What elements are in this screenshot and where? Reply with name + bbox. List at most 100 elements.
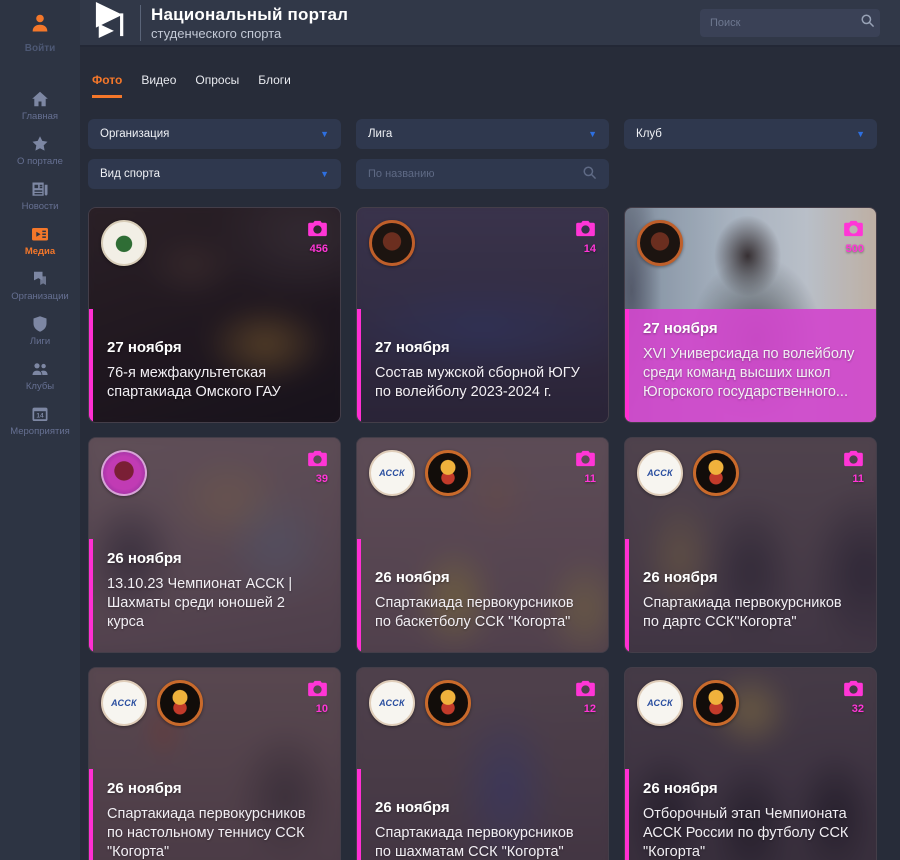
photo-count-badge: 11 [575,450,596,485]
sidebar-item-home[interactable]: Главная [0,90,80,134]
camera-icon [307,220,328,237]
title-search-input[interactable] [368,168,574,180]
content: Фото Видео Опросы Блоги Организация ▼ Ли… [80,47,900,860]
card-title: Спартакиада первокурсников по шахматам С… [375,824,590,860]
org-logo-kogorta [693,680,739,726]
app-root: Войти Главная О портале Новости Медиа Ор… [0,0,900,860]
photo-card[interactable]: 39 26 ноября 13.10.23 Чемпионат АССК | Ш… [88,437,341,653]
camera-icon [843,220,864,237]
org-logo-assk: АССК [369,680,415,726]
filter-organization-select[interactable]: Организация ▼ [88,119,341,149]
sidebar-item-leagues[interactable]: Лиги [0,315,80,359]
photo-count-badge: 12 [575,680,596,715]
org-logo-kogorta [693,450,739,496]
card-date: 27 ноября [643,320,858,337]
tab-blogs[interactable]: Блоги [258,73,291,98]
photo-card[interactable]: АССК 11 26 ноября Спартакиада первокурсн… [356,437,609,653]
card-meta: 26 ноября Спартакиада первокурсников по … [625,569,876,652]
brand-divider [140,5,141,41]
card-date: 26 ноября [107,780,322,797]
photo-card[interactable]: 456 27 ноября 76-я межфакультетская спар… [88,207,341,423]
camera-icon [575,450,596,467]
filters: Организация ▼ Лига ▼ Клуб ▼ Вид спорта ▼ [88,119,877,189]
card-date: 26 ноября [643,569,858,586]
org-logo-assk: АССК [101,680,147,726]
photo-card[interactable]: АССК 10 26 ноября Спартакиада первокурсн… [88,667,341,860]
calendar-icon: 14 [31,405,49,423]
photo-count: 14 [575,243,596,255]
photo-count-badge: 10 [307,680,328,715]
photo-count: 11 [575,473,596,485]
sidebar-item-organizations[interactable]: Организации [0,270,80,314]
search-input[interactable] [710,17,852,29]
sidebar-item-about[interactable]: О портале [0,135,80,179]
brand[interactable]: Национальный портал студенческого спорта [94,0,348,45]
card-title: Отборочный этап Чемпионата АССК России п… [643,805,858,860]
tab-video[interactable]: Видео [141,73,176,98]
photo-count: 32 [843,703,864,715]
filter-sport-select[interactable]: Вид спорта ▼ [88,159,341,189]
card-title: XVI Универсиада по волейболу среди коман… [643,345,858,402]
login-label: Войти [25,43,56,54]
media-icon [31,225,49,243]
org-logo-assk: АССК [637,450,683,496]
org-logo-ugu [637,220,683,266]
org-logo-kogorta [425,680,471,726]
flag-icon [31,270,49,288]
calendar-day-number: 14 [36,412,44,419]
sidebar-item-media[interactable]: Медиа [0,225,80,269]
filter-club-select[interactable]: Клуб ▼ [624,119,877,149]
shield-icon [31,315,49,333]
sidebar-item-news[interactable]: Новости [0,180,80,224]
org-logo-ugu [369,220,415,266]
camera-icon [575,220,596,237]
photo-card[interactable]: 14 27 ноября Состав мужской сборной ЮГУ … [356,207,609,423]
news-icon [31,180,49,198]
photo-count-badge: 14 [575,220,596,255]
photo-card[interactable]: АССК 32 26 ноября Отборочный этап Чемпио… [624,667,877,860]
org-logo-kogorta [425,450,471,496]
photo-count-badge: 500 [843,220,864,255]
chevron-down-icon: ▼ [588,129,597,139]
card-date: 26 ноября [643,780,858,797]
camera-icon [307,450,328,467]
filter-organization-label: Организация [100,128,169,140]
search-icon[interactable] [860,13,875,33]
photo-count: 12 [575,703,596,715]
card-meta: 26 ноября Спартакиада первокурсников по … [357,569,608,652]
card-date: 27 ноября [107,339,322,356]
card-date: 27 ноября [375,339,590,356]
photo-count-badge: 11 [843,450,864,485]
photo-card[interactable]: АССК 12 26 ноября Спартакиада первокурсн… [356,667,609,860]
photo-count: 500 [843,243,864,255]
sidebar-item-events[interactable]: 14 Мероприятия [0,405,80,449]
camera-icon [575,680,596,697]
org-logo-assk-club [101,450,147,496]
photo-count-badge: 39 [307,450,328,485]
search-icon[interactable] [582,165,597,183]
login-button[interactable]: Войти [25,12,56,54]
org-logo-assk: АССК [637,680,683,726]
sidebar-item-clubs[interactable]: Клубы [0,360,80,404]
card-title: Спартакиада первокурсников по баскетболу… [375,594,590,632]
photo-count: 11 [843,473,864,485]
filter-league-label: Лига [368,128,392,140]
card-title: Спартакиада первокурсников по дартс ССК"… [643,594,858,632]
chevron-down-icon: ▼ [320,129,329,139]
photo-card[interactable]: АССК 11 26 ноября Спартакиада первокурсн… [624,437,877,653]
card-title: Спартакиада первокурсников по настольном… [107,805,322,860]
card-meta: 26 ноября Отборочный этап Чемпионата АСС… [625,780,876,860]
tab-photo[interactable]: Фото [92,73,122,98]
filter-league-select[interactable]: Лига ▼ [356,119,609,149]
tab-polls[interactable]: Опросы [195,73,239,98]
tabs: Фото Видео Опросы Блоги [92,73,877,98]
home-icon [31,90,49,108]
card-title: 13.10.23 Чемпионат АССК | Шахматы среди … [107,575,322,632]
org-logo-assk: АССК [369,450,415,496]
photo-card[interactable]: 500 27 ноября XVI Универсиада по волейбо… [624,207,877,423]
photo-grid: 456 27 ноября 76-я межфакультетская спар… [88,207,877,860]
site-title: Национальный портал [151,5,348,25]
filter-sport-label: Вид спорта [100,168,160,180]
site-subtitle: студенческого спорта [151,26,348,41]
camera-icon [843,680,864,697]
